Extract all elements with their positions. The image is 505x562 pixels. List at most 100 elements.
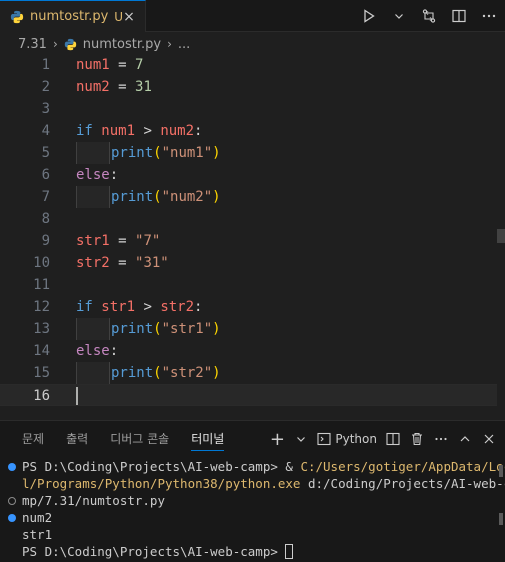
- token: "num2": [161, 189, 213, 205]
- breadcrumb-file[interactable]: numtostr.py: [83, 37, 161, 52]
- terminal-name: Python: [335, 432, 377, 446]
- tab-numtostr[interactable]: numtostr.py U ×: [0, 0, 146, 32]
- token: >: [135, 123, 161, 139]
- line-number: 3: [41, 101, 50, 117]
- tab-problems[interactable]: 문제: [22, 421, 44, 457]
- token: num2: [76, 79, 110, 95]
- code-line[interactable]: 5 print("num1"): [0, 142, 497, 164]
- token: (: [153, 365, 162, 381]
- token: >: [135, 299, 161, 315]
- close-panel-icon[interactable]: [481, 430, 497, 448]
- chevron-down-icon[interactable]: [293, 430, 309, 448]
- token: =: [109, 255, 136, 271]
- code-line[interactable]: 11: [0, 274, 497, 296]
- line-number: 14: [33, 343, 50, 359]
- code-line[interactable]: 12 if str1 > str2:: [0, 296, 497, 318]
- line-number: 5: [41, 145, 50, 161]
- command-success-icon[interactable]: [8, 463, 16, 471]
- token: ): [212, 365, 221, 381]
- token: 7: [135, 57, 144, 73]
- token: else: [76, 343, 110, 359]
- split-terminal-icon[interactable]: [385, 430, 401, 448]
- token: print: [111, 145, 154, 161]
- token: (: [153, 321, 162, 337]
- chevron-down-icon[interactable]: [389, 6, 409, 26]
- scrollbar-marker: [499, 465, 503, 477]
- chevron-right-icon: ›: [167, 37, 172, 51]
- token: str1: [76, 233, 110, 249]
- editor-actions: [359, 0, 499, 32]
- indent-guide: [76, 362, 110, 384]
- prompt-text: PS D:\Coding\Projects\AI-web-camp>: [22, 544, 286, 559]
- tab-filename: numtostr.py: [30, 9, 109, 24]
- close-icon[interactable]: ×: [121, 9, 137, 25]
- terminal-selector[interactable]: Python: [317, 430, 377, 448]
- panel-actions: + Python: [269, 421, 497, 457]
- token: :: [109, 343, 119, 359]
- token: :: [194, 299, 203, 315]
- token: print: [111, 321, 154, 337]
- code-line[interactable]: 6 else:: [0, 164, 497, 186]
- trash-icon[interactable]: [409, 430, 425, 448]
- breadcrumb-folder[interactable]: 7.31: [18, 37, 47, 52]
- more-actions-icon[interactable]: [433, 430, 449, 448]
- token: ): [212, 189, 221, 205]
- code-line[interactable]: 15 print("str2"): [0, 362, 497, 384]
- line-number: 12: [33, 299, 50, 315]
- token: str2: [76, 255, 110, 271]
- indent-guide: [76, 142, 110, 164]
- token: ): [212, 321, 221, 337]
- command-success-icon[interactable]: [8, 514, 16, 522]
- line-number: 16: [33, 388, 50, 404]
- current-line[interactable]: 16: [0, 384, 497, 406]
- code-line[interactable]: 13 print("str1"): [0, 318, 497, 340]
- terminal-line: PS D:\Coding\Projects\AI-web-camp> & C:/…: [22, 458, 505, 475]
- terminal-cursor: [285, 544, 294, 559]
- scrollbar-marker: [497, 229, 505, 243]
- command-marker-icon[interactable]: [8, 497, 16, 505]
- code-line[interactable]: 4 if num1 > num2:: [0, 120, 497, 142]
- code-line[interactable]: 8: [0, 208, 497, 230]
- token: print: [111, 365, 154, 381]
- editor-scrollbar[interactable]: [497, 54, 505, 418]
- tab-terminal[interactable]: 터미널: [191, 421, 225, 457]
- code-line[interactable]: 10 str2 = "31": [0, 252, 497, 274]
- line-number: 13: [33, 321, 50, 337]
- token: :: [194, 123, 203, 139]
- token: else: [76, 167, 110, 183]
- python-path: C:/Users/gotiger/AppData/Loca: [300, 459, 505, 474]
- new-terminal-icon[interactable]: +: [269, 429, 285, 450]
- terminal-output[interactable]: PS D:\Coding\Projects\AI-web-camp> & C:/…: [0, 457, 505, 562]
- code-editor[interactable]: 1 num1 = 7 2 num2 = 31 3 4 if num1 > num…: [0, 54, 505, 418]
- run-icon[interactable]: [359, 6, 379, 26]
- code-line[interactable]: 14 else:: [0, 340, 497, 362]
- token: "str2": [161, 365, 213, 381]
- line-number: 10: [33, 255, 50, 271]
- code-line[interactable]: 1 num1 = 7: [0, 54, 497, 76]
- breadcrumb-more[interactable]: ...: [178, 37, 190, 52]
- token: (: [153, 189, 162, 205]
- token: =: [109, 233, 136, 249]
- tab-debug-console[interactable]: 디버그 콘솔: [110, 421, 169, 457]
- code-line[interactable]: 2 num2 = 31: [0, 76, 497, 98]
- maximize-panel-icon[interactable]: [457, 430, 473, 448]
- breadcrumb: 7.31 › numtostr.py › ...: [0, 33, 505, 55]
- tab-output[interactable]: 출력: [66, 421, 88, 457]
- split-editor-icon[interactable]: [449, 6, 469, 26]
- more-actions-icon[interactable]: [479, 6, 499, 26]
- token: =: [109, 57, 136, 73]
- token: str2: [160, 299, 195, 315]
- code-line[interactable]: 9 str1 = "7": [0, 230, 497, 252]
- terminal-line: str1: [22, 527, 53, 542]
- compare-changes-icon[interactable]: [419, 6, 439, 26]
- token: :: [109, 167, 119, 183]
- terminal-line: l/Programs/Python/Python38/python.exe d:…: [22, 475, 505, 492]
- terminal-prompt[interactable]: PS D:\Coding\Projects\AI-web-camp>: [22, 543, 294, 560]
- terminal-icon: [317, 432, 331, 446]
- line-number: 7: [41, 189, 50, 205]
- code-line[interactable]: 3: [0, 98, 497, 120]
- token: 31: [135, 79, 152, 95]
- python-icon: [64, 38, 76, 50]
- token: str1: [101, 299, 136, 315]
- code-line[interactable]: 7 print("num2"): [0, 186, 497, 208]
